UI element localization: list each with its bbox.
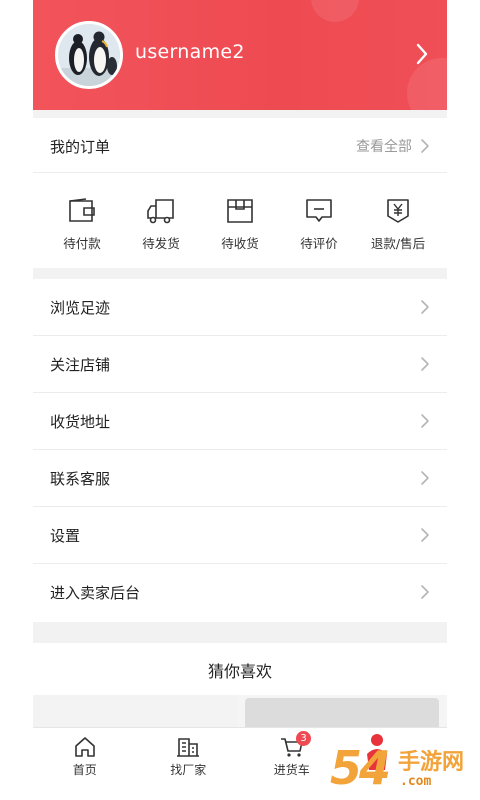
chevron-right-icon [421, 414, 429, 428]
menu-item-customer-service[interactable]: 联系客服 [33, 450, 447, 507]
order-status-label: 退款/售后 [370, 236, 426, 251]
avatar[interactable] [55, 21, 123, 89]
menu-item-settings[interactable]: 设置 [33, 507, 447, 564]
profile-page: username2 我的订单 查看全部 待付款 待发货 待收货 待评价 退款/售… [33, 0, 447, 800]
watermark-logo: 54 手游网 .com [330, 738, 480, 798]
watermark-text: 手游网 [398, 750, 465, 775]
chevron-right-icon [421, 528, 429, 542]
order-status-pending-payment[interactable]: 待付款 [43, 173, 121, 268]
menu-item-followed-shops[interactable]: 关注店铺 [33, 336, 447, 393]
tab-find-factory[interactable]: 找厂家 [137, 728, 241, 800]
orders-header[interactable]: 我的订单 查看全部 [33, 118, 447, 173]
menu-item-shipping-address[interactable]: 收货地址 [33, 393, 447, 450]
order-status-bar: 待付款 待发货 待收货 待评价 退款/售后 [33, 173, 447, 268]
watermark-digits: 54 [330, 741, 391, 795]
menu-item-browse-history[interactable]: 浏览足迹 [33, 279, 447, 336]
chevron-right-icon [421, 300, 429, 314]
orders-title: 我的订单 [50, 138, 111, 156]
menu-item-seller-backend[interactable]: 进入卖家后台 [33, 564, 447, 621]
view-all-orders-link[interactable]: 查看全部 [356, 136, 430, 156]
order-status-label: 待付款 [63, 236, 101, 251]
order-status-refund[interactable]: 退款/售后 [359, 173, 437, 268]
menu-item-label: 关注店铺 [50, 356, 111, 374]
menu-item-label: 设置 [50, 527, 81, 545]
wallet-icon [69, 198, 95, 222]
factory-icon [177, 738, 200, 757]
tab-cart[interactable]: 3 进货车 [240, 728, 344, 800]
profile-header[interactable]: username2 [33, 0, 447, 110]
order-status-pending-shipment[interactable]: 待发货 [122, 173, 200, 268]
home-icon [74, 737, 95, 757]
menu-item-label: 联系客服 [50, 470, 111, 488]
order-status-pending-receipt[interactable]: 待收货 [201, 173, 279, 268]
menu-item-label: 收货地址 [50, 413, 111, 431]
chevron-right-icon [421, 585, 429, 599]
truck-icon [147, 199, 174, 224]
recommend-header: 猜你喜欢 [33, 643, 447, 695]
tab-label: 进货车 [273, 763, 310, 777]
watermark-url: .com [400, 774, 432, 789]
tab-label: 首页 [72, 763, 97, 777]
chevron-right-icon [421, 357, 429, 371]
comment-icon [306, 199, 332, 222]
menu-item-label: 浏览足迹 [50, 299, 111, 317]
view-all-label: 查看全部 [356, 139, 412, 155]
package-icon [227, 199, 253, 223]
username: username2 [135, 41, 245, 63]
order-status-label: 待评价 [300, 236, 338, 251]
chevron-right-icon [421, 139, 429, 153]
settings-menu: 浏览足迹 关注店铺 收货地址 联系客服 设置 进入卖家后台 [33, 279, 447, 622]
tab-label: 找厂家 [170, 763, 207, 777]
recommend-title: 猜你喜欢 [207, 662, 272, 681]
refund-icon [387, 199, 409, 223]
cart-count-badge: 3 [296, 731, 311, 746]
tab-home[interactable]: 首页 [33, 728, 137, 800]
menu-item-label: 进入卖家后台 [50, 584, 141, 602]
order-status-pending-review[interactable]: 待评价 [280, 173, 358, 268]
chevron-right-icon[interactable] [415, 42, 429, 66]
order-status-label: 待发货 [142, 236, 180, 251]
decorative-bubble [311, 0, 359, 22]
order-status-label: 待收货 [221, 236, 259, 251]
chevron-right-icon [421, 471, 429, 485]
